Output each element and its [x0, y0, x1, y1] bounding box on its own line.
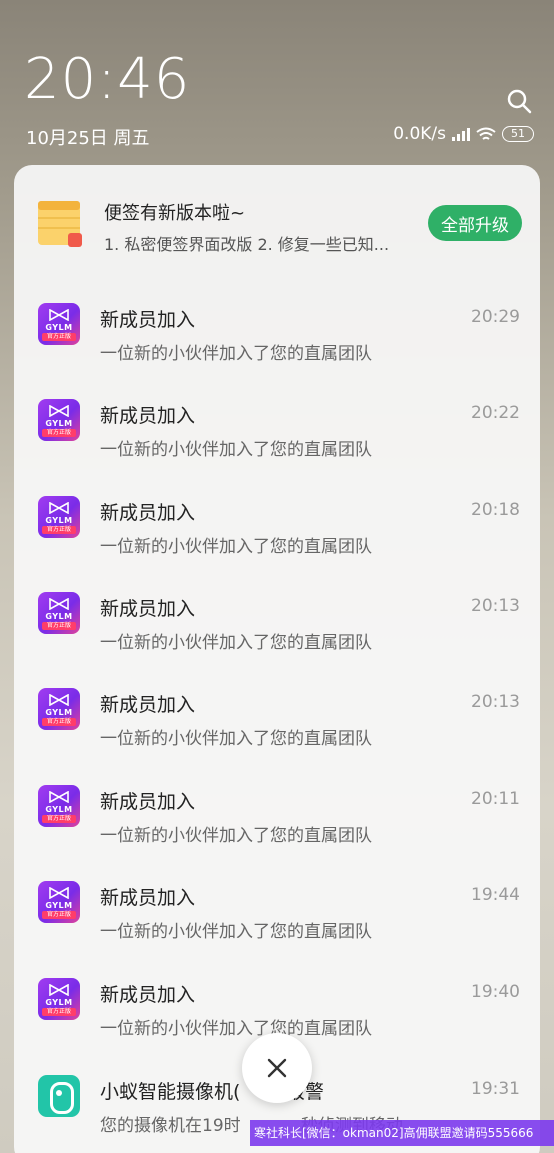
upgrade-all-button[interactable]: 全部升级 — [428, 205, 522, 241]
status-bar: 20:46 10月25日 周五 0.0K/s 51 — [0, 0, 554, 160]
update-text: 1. 私密便签界面改版 2. 修复一些已知... — [104, 235, 390, 254]
notification-text: 一位新的小伙伴加入了您的直属团队 — [100, 922, 372, 942]
notification-title: 新成员加入 — [100, 694, 196, 716]
gylm-app-icon: GYLM 官方正版 — [38, 688, 80, 730]
notification-text: 一位新的小伙伴加入了您的直属团队 — [100, 826, 372, 846]
notification-time: 20:29 — [471, 307, 520, 327]
close-icon — [267, 1058, 287, 1078]
notification-item[interactable]: GYLM 官方正版 新成员加入 一位新的小伙伴加入了您的直属团队 20:22 — [14, 379, 540, 475]
notification-time: 19:31 — [471, 1079, 520, 1099]
notification-item[interactable]: GYLM 官方正版 新成员加入 一位新的小伙伴加入了您的直属团队 19:44 — [14, 861, 540, 957]
notification-item[interactable]: GYLM 官方正版 新成员加入 一位新的小伙伴加入了您的直属团队 20:11 — [14, 765, 540, 861]
gylm-app-icon: GYLM 官方正版 — [38, 978, 80, 1020]
notification-title: 新成员加入 — [100, 405, 196, 427]
notification-text: 一位新的小伙伴加入了您的直属团队 — [100, 440, 372, 460]
battery-icon: 51 — [502, 126, 534, 142]
gylm-app-icon: GYLM 官方正版 — [38, 303, 80, 345]
notification-title: 新成员加入 — [100, 598, 196, 620]
notification-text: 一位新的小伙伴加入了您的直属团队 — [100, 1019, 372, 1039]
search-icon[interactable] — [506, 88, 532, 114]
gylm-app-icon: GYLM 官方正版 — [38, 592, 80, 634]
notification-title: 新成员加入 — [100, 984, 196, 1006]
notification-time: 20:11 — [471, 789, 520, 809]
notification-time: 20:13 — [471, 596, 520, 616]
notification-time: 20:18 — [471, 500, 520, 520]
gylm-app-icon: GYLM 官方正版 — [38, 881, 80, 923]
dismiss-all-button[interactable] — [242, 1033, 312, 1103]
notification-title: 新成员加入 — [100, 309, 196, 331]
watermark-banner: 寒社科长[微信：okman02]高佣联盟邀请码555666 — [250, 1120, 554, 1146]
update-notification[interactable]: 便签有新版本啦~ 1. 私密便签界面改版 2. 修复一些已知... 全部升级 — [14, 165, 540, 265]
notification-text: 一位新的小伙伴加入了您的直属团队 — [100, 633, 372, 653]
notification-item[interactable]: GYLM 官方正版 新成员加入 一位新的小伙伴加入了您的直属团队 20:13 — [14, 668, 540, 764]
gylm-app-icon: GYLM 官方正版 — [38, 785, 80, 827]
notification-title: 新成员加入 — [100, 502, 196, 524]
notification-panel: 便签有新版本啦~ 1. 私密便签界面改版 2. 修复一些已知... 全部升级 G… — [14, 165, 540, 1153]
notification-time: 20:13 — [471, 692, 520, 712]
gylm-app-icon: GYLM 官方正版 — [38, 496, 80, 538]
notification-text: 一位新的小伙伴加入了您的直属团队 — [100, 344, 372, 364]
date: 10月25日 周五 — [26, 128, 150, 149]
notification-item[interactable]: GYLM 官方正版 新成员加入 一位新的小伙伴加入了您的直属团队 20:18 — [14, 476, 540, 572]
camera-app-icon — [38, 1075, 80, 1117]
gylm-app-icon: GYLM 官方正版 — [38, 399, 80, 441]
notification-time: 19:44 — [471, 885, 520, 905]
notification-item[interactable]: GYLM 官方正版 新成员加入 一位新的小伙伴加入了您的直属团队 20:29 — [14, 283, 540, 379]
notification-item[interactable]: GYLM 官方正版 新成员加入 一位新的小伙伴加入了您的直属团队 20:13 — [14, 572, 540, 668]
update-title: 便签有新版本啦~ — [104, 203, 246, 224]
network-speed: 0.0K/s — [393, 124, 446, 144]
notification-title: 新成员加入 — [100, 887, 196, 909]
notification-time: 20:22 — [471, 403, 520, 423]
notes-app-icon — [38, 201, 82, 247]
notification-text: 一位新的小伙伴加入了您的直属团队 — [100, 729, 372, 749]
notification-title: 新成员加入 — [100, 791, 196, 813]
notification-time: 19:40 — [471, 982, 520, 1002]
wifi-icon — [476, 127, 496, 140]
notification-text: 一位新的小伙伴加入了您的直属团队 — [100, 537, 372, 557]
signal-icon — [452, 127, 470, 141]
clock: 20:46 — [24, 47, 191, 112]
status-icons: 0.0K/s 51 — [393, 124, 534, 144]
